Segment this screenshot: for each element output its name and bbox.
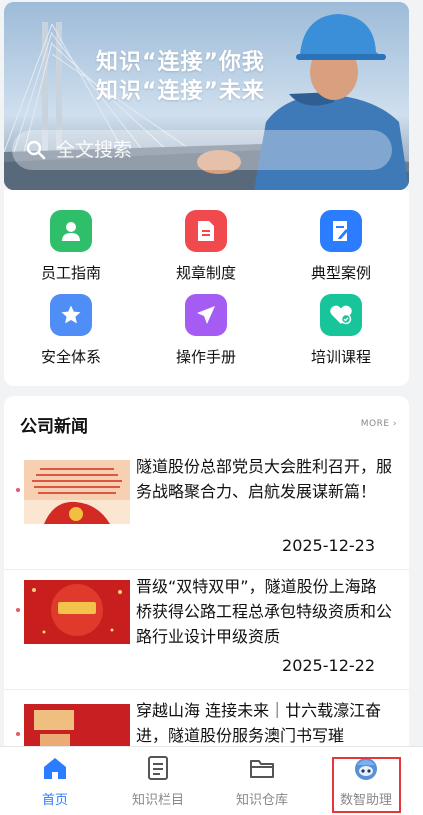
tab-knowledge-columns[interactable]: 知识栏目	[108, 755, 208, 808]
quick-item-employee-guide[interactable]: 员工指南	[16, 210, 126, 283]
quick-item-training-courses[interactable]: 培训课程	[286, 294, 396, 367]
quick-item-typical-cases[interactable]: 典型案例	[286, 210, 396, 283]
list-document-icon	[148, 756, 168, 780]
news-thumbnail	[24, 580, 130, 644]
quick-item-label: 操作手册	[175, 348, 236, 366]
news-item[interactable]: 晋级“双特双甲”，隧道股份上海路桥获得公路工程总承包特级资质和公路行业设计甲级资…	[4, 572, 409, 690]
section-title: 公司新闻	[20, 416, 88, 437]
quick-item-label: 典型案例	[310, 264, 371, 282]
news-thumbnail	[24, 460, 130, 524]
quick-item-label: 规章制度	[175, 264, 236, 282]
quick-item-operation-manual[interactable]: 操作手册	[151, 294, 261, 367]
hero-banner: 知识“连接”你我 知识“连接”未来	[4, 2, 409, 190]
tab-knowledge-warehouse[interactable]: 知识仓库	[212, 755, 312, 808]
document-icon	[185, 210, 227, 252]
folder-icon	[250, 760, 274, 778]
quick-item-regulations[interactable]: 规章制度	[151, 210, 261, 283]
quick-item-safety-system[interactable]: 安全体系	[16, 294, 126, 367]
person-icon	[50, 210, 92, 252]
quick-access-grid: 员工指南 规章制度 典型案例 安全体系 操作手册 培训课程	[4, 190, 409, 386]
news-headline: 穿越山海 连接未来｜廿六载濠江奋进，隧道股份服务澳门书写璀	[136, 701, 382, 745]
news-headline: 晋级“双特双甲”，隧道股份上海路桥获得公路工程总承包特级资质和公路行业设计甲级资…	[136, 577, 393, 646]
home-icon	[44, 758, 66, 779]
hero-slogan-line-1: 知识“连接”你我	[96, 50, 265, 75]
more-label: MORE	[360, 419, 390, 429]
news-date: 2025-12-23	[282, 536, 375, 555]
news-date: 2025-12-22	[282, 656, 375, 675]
bullet-dot	[16, 732, 20, 736]
assistant-tab-highlight	[332, 757, 401, 813]
news-headline: 隧道股份总部党员大会胜利召开，服务战略聚合力、启航发展谋新篇！	[136, 457, 393, 501]
more-link[interactable]: MORE ›	[361, 419, 397, 429]
tab-home[interactable]: 首页	[5, 755, 105, 808]
quick-item-label: 安全体系	[40, 348, 101, 366]
search-input[interactable]	[56, 139, 356, 161]
bullet-dot	[16, 488, 20, 492]
hero-slogan: 知识“连接”你我 知识“连接”未来	[96, 48, 265, 106]
tab-label: 首页	[41, 793, 68, 808]
search-icon	[26, 140, 46, 160]
hero-slogan-line-2: 知识“连接”未来	[96, 79, 265, 104]
edit-document-icon	[320, 210, 362, 252]
heart-check-icon	[320, 294, 362, 336]
send-icon	[185, 294, 227, 336]
tab-label: 知识栏目	[131, 793, 184, 808]
news-item[interactable]: 隧道股份总部党员大会胜利召开，服务战略聚合力、启航发展谋新篇！ 2025-12-…	[4, 452, 409, 570]
quick-item-label: 员工指南	[40, 264, 101, 282]
search-bar[interactable]	[12, 130, 392, 170]
quick-item-label: 培训课程	[310, 348, 371, 366]
company-news-section: 公司新闻 MORE › 隧道股份总部党员大会胜利召开，服务战略聚合力、启航发展谋…	[4, 396, 409, 756]
bullet-dot	[16, 608, 20, 612]
tab-label: 知识仓库	[235, 793, 288, 808]
star-icon	[50, 294, 92, 336]
news-header: 公司新闻 MORE ›	[4, 396, 409, 452]
